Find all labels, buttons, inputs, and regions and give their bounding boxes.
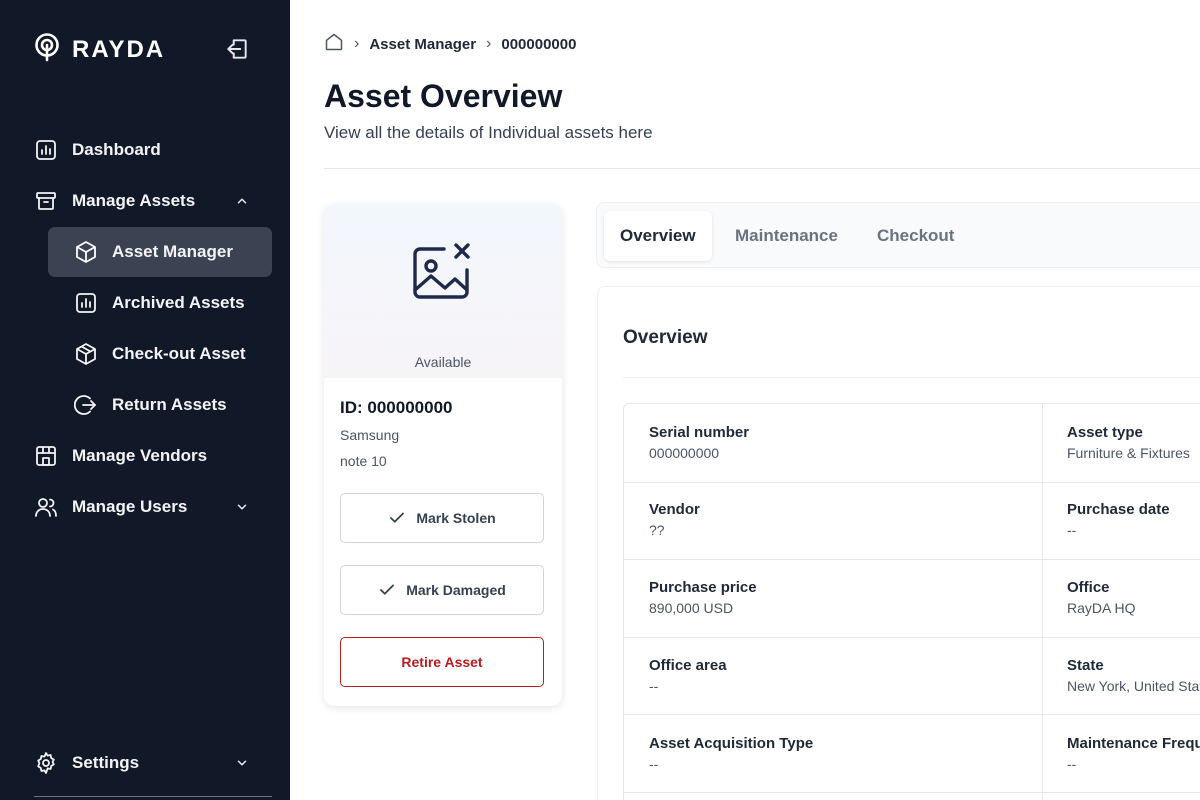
asset-card: Available ID: 000000000 Samsung note 10 … — [324, 204, 562, 706]
brand-logo[interactable]: RAYDA — [32, 32, 165, 67]
retire-asset-label: Retire Asset — [401, 654, 483, 670]
sidebar-item-label: Dashboard — [72, 140, 161, 159]
detail-label: Office — [1067, 579, 1110, 596]
detail-value: New York, United States — [1067, 678, 1200, 694]
sidebar-divider — [34, 796, 272, 797]
sidebar-item-manage-vendors[interactable]: Manage Vendors — [34, 431, 254, 481]
sidebar-item-label: Check-out Asset — [112, 344, 246, 363]
breadcrumb-asset-manager[interactable]: Asset Manager — [369, 36, 476, 53]
logout-arrow-icon — [227, 39, 247, 59]
sidebar-item-label: Manage Vendors — [72, 446, 208, 465]
sidebar-item-return-assets[interactable]: Return Assets — [48, 380, 272, 430]
detail-value: 890,000 USD — [649, 600, 734, 616]
breadcrumb-separator: › — [486, 35, 492, 52]
tabs-bar: Overview Maintenance Checkout — [596, 202, 1200, 268]
sidebar-item-check-out-asset[interactable]: Check-out Asset — [48, 329, 272, 379]
chart-icon — [74, 291, 98, 315]
detail-value: RayDA HQ — [1067, 600, 1136, 616]
detail-label: Asset Acquisition Type — [649, 735, 814, 752]
brand-name: RAYDA — [72, 35, 166, 63]
archive-box-icon — [34, 189, 58, 213]
page-subtitle: View all the details of Individual asset… — [324, 123, 653, 142]
gear-icon — [34, 751, 58, 775]
sidebar-item-label: Manage Users — [72, 497, 188, 516]
overview-heading: Overview — [623, 327, 708, 348]
detail-maintenance-frequency: Maintenance Frequency -- — [1042, 715, 1200, 793]
detail-label: Office area — [649, 657, 727, 674]
sidebar-item-dashboard[interactable]: Dashboard — [34, 125, 254, 175]
cube-icon — [74, 342, 98, 366]
chevron-down-icon — [230, 495, 254, 519]
sidebar-item-label: Return Assets — [112, 395, 227, 414]
sidebar-item-asset-manager[interactable]: Asset Manager — [48, 227, 272, 277]
collapse-sidebar-button[interactable] — [222, 34, 252, 64]
detail-label: Vendor — [649, 501, 700, 518]
detail-state: State New York, United States — [1042, 637, 1200, 715]
store-icon — [34, 444, 58, 468]
sidebar-item-settings[interactable]: Settings — [34, 738, 254, 788]
chart-icon — [34, 138, 58, 162]
home-icon[interactable] — [324, 32, 344, 56]
detail-label: State — [1067, 657, 1104, 674]
header-divider — [324, 168, 1200, 169]
detail-purchase-date: Purchase date -- — [1042, 481, 1200, 559]
detail-asset-type: Asset type Furniture & Fixtures — [1042, 404, 1200, 482]
detail-value: -- — [1067, 522, 1077, 538]
retire-asset-button[interactable]: Retire Asset — [340, 637, 544, 687]
users-icon — [34, 495, 58, 519]
overview-panel: Overview Serial number 000000000 Asset t… — [597, 286, 1200, 800]
detail-office-area: Office area -- — [624, 637, 1042, 715]
page-title: Asset Overview — [324, 78, 563, 114]
tab-checkout[interactable]: Checkout — [861, 211, 970, 261]
panel-divider — [623, 377, 1200, 378]
return-arrow-icon — [74, 393, 98, 417]
cube-icon — [74, 240, 98, 264]
breadcrumb-separator: › — [354, 35, 360, 52]
detail-office: Office RayDA HQ — [1042, 559, 1200, 637]
tab-overview[interactable]: Overview — [604, 211, 712, 261]
rayda-logo-icon — [32, 32, 62, 67]
mark-stolen-label: Mark Stolen — [416, 510, 496, 526]
chevron-down-icon — [230, 751, 254, 775]
detail-label: Purchase price — [649, 579, 757, 596]
detail-value: ?? — [649, 522, 665, 538]
sidebar-item-label: Asset Manager — [112, 242, 233, 261]
check-icon — [380, 584, 395, 595]
mark-damaged-label: Mark Damaged — [406, 582, 506, 598]
detail-value: -- — [649, 756, 659, 772]
sidebar-item-archived-assets[interactable]: Archived Assets — [48, 278, 272, 328]
breadcrumb: › Asset Manager › 000000000 — [324, 33, 576, 55]
detail-value: 000000000 — [649, 445, 720, 461]
sidebar: RAYDA Dashboard Manage Assets Asset Mana… — [0, 0, 290, 800]
sidebar-item-manage-users[interactable]: Manage Users — [34, 482, 254, 532]
asset-details-table: Serial number 000000000 Asset type Furni… — [623, 403, 1200, 800]
tab-maintenance[interactable]: Maintenance — [719, 211, 854, 261]
detail-label: Asset type — [1067, 424, 1143, 441]
asset-brand: Samsung — [340, 427, 400, 443]
mark-stolen-button[interactable]: Mark Stolen — [340, 493, 544, 543]
breadcrumb-asset-id: 000000000 — [501, 35, 577, 53]
check-icon — [390, 512, 405, 523]
detail-asset-acquisition-type: Asset Acquisition Type -- — [624, 715, 1042, 793]
sidebar-item-label: Settings — [72, 753, 140, 772]
detail-label: Serial number — [649, 424, 750, 441]
detail-purchase-price: Purchase price 890,000 USD — [624, 559, 1042, 637]
detail-value: Furniture & Fixtures — [1067, 445, 1190, 461]
asset-image-placeholder: Available — [324, 204, 562, 378]
no-image-icon — [413, 243, 470, 299]
asset-status: Available — [414, 354, 472, 370]
detail-value: -- — [1067, 756, 1077, 772]
detail-value: -- — [649, 678, 659, 694]
asset-model: note 10 — [340, 453, 387, 469]
detail-serial-number: Serial number 000000000 — [624, 404, 1042, 482]
detail-vendor: Vendor ?? — [624, 481, 1042, 559]
asset-id: ID: 000000000 — [340, 398, 453, 417]
detail-label: Maintenance Frequency — [1067, 735, 1200, 752]
sidebar-item-label: Manage Assets — [72, 191, 196, 210]
chevron-up-icon — [230, 189, 254, 213]
sidebar-item-manage-assets[interactable]: Manage Assets — [34, 176, 254, 226]
mark-damaged-button[interactable]: Mark Damaged — [340, 565, 544, 615]
sidebar-item-label: Archived Assets — [112, 293, 245, 312]
detail-label: Purchase date — [1067, 501, 1170, 518]
